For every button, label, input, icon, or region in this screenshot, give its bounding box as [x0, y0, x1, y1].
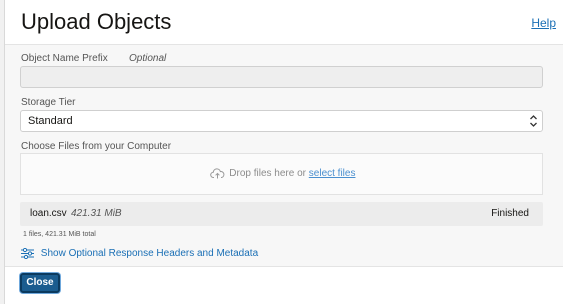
sliders-icon	[21, 247, 34, 260]
help-link[interactable]: Help	[531, 16, 556, 30]
upload-objects-dialog: Upload Objects Help Object Name Prefix O…	[5, 0, 563, 305]
dialog-header: Upload Objects Help	[5, 0, 563, 44]
select-files-link[interactable]: select files	[309, 168, 356, 179]
storage-tier-select[interactable]: Standard	[20, 110, 543, 132]
dialog-footer	[5, 266, 563, 305]
prefix-optional-hint: Optional	[129, 53, 167, 64]
file-name: loan.csv	[30, 208, 67, 219]
dialog-title: Upload Objects	[21, 9, 172, 34]
files-total-summary: 1 files, 421.31 MiB total	[23, 231, 96, 238]
close-button[interactable]: Close	[20, 273, 60, 293]
choose-files-label: Choose Files from your Computer	[21, 141, 172, 152]
storage-tier-value: Standard	[28, 115, 73, 127]
file-drop-zone[interactable]: Drop files here or select files	[20, 153, 543, 195]
show-optional-headers-label: Show Optional Response Headers and Metad…	[40, 248, 259, 259]
object-name-prefix-input[interactable]	[20, 66, 543, 88]
cloud-upload-icon	[209, 168, 224, 179]
drop-zone-content: Drop files here or select files	[21, 167, 544, 179]
upload-file-row: loan.csv 421.31 MiB Finished	[20, 202, 543, 226]
show-optional-headers-toggle[interactable]: Show Optional Response Headers and Metad…	[21, 247, 259, 260]
select-arrows-icon	[530, 115, 537, 127]
prefix-label: Object Name Prefix	[21, 53, 108, 64]
file-status: Finished	[491, 208, 529, 219]
storage-tier-label: Storage Tier	[21, 97, 76, 108]
file-size: 421.31 MiB	[71, 208, 122, 219]
drop-zone-text: Drop files here or	[229, 168, 306, 179]
